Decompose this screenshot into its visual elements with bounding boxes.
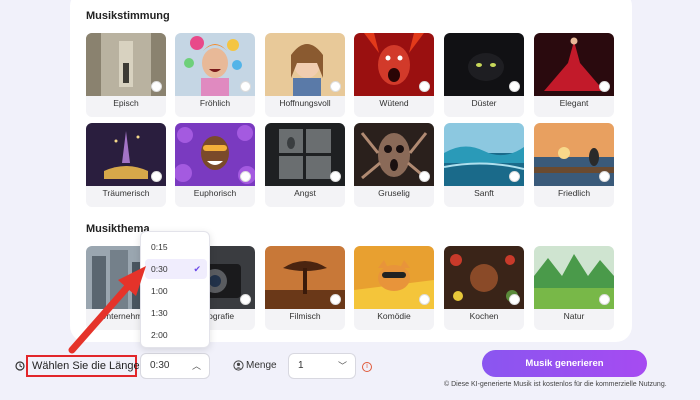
mood-tile-wuetend[interactable]: Wütend (354, 33, 434, 117)
tile-label: Düster (471, 98, 497, 108)
select-radio[interactable] (599, 81, 610, 92)
select-radio[interactable] (509, 81, 520, 92)
mood-tile-froehlich[interactable]: Fröhlich (175, 33, 255, 117)
chevron-down-icon: ﹀ (337, 361, 347, 371)
check-icon: ✔ (193, 264, 201, 274)
mood-tile-sanft[interactable]: Sanft (444, 123, 524, 207)
tile-label: Angst (294, 188, 316, 198)
mood-tile-traeumerisch[interactable]: Träumerisch (86, 123, 166, 207)
option-label: 1:00 (151, 286, 168, 296)
select-radio[interactable] (330, 171, 341, 182)
copyright-icon: © (444, 381, 450, 388)
tile-label: Sanft (474, 188, 494, 198)
option-label: 0:30 (151, 264, 168, 274)
select-radio[interactable] (330, 81, 341, 92)
tile-label: Euphorisch (193, 188, 237, 198)
tile-label: Träumerisch (102, 188, 150, 198)
option-label: 2:00 (151, 330, 168, 340)
tile-label: Gruselig (378, 188, 410, 198)
select-radio[interactable] (240, 294, 251, 305)
user-icon (233, 360, 244, 371)
chevron-up-icon: ︿ (191, 361, 201, 371)
tile-label: Wütend (379, 98, 409, 108)
mood-tile-angst[interactable]: Angst (265, 123, 345, 207)
select-radio[interactable] (151, 171, 162, 182)
tile-label: Natur (563, 311, 585, 321)
tile-label: Komödie (377, 311, 411, 321)
length-select[interactable]: 0:30 ︿ (140, 353, 210, 379)
mood-tile-euphorisch[interactable]: Euphorisch (175, 123, 255, 207)
select-radio[interactable] (599, 171, 610, 182)
tile-label: Hoffnungsvoll (279, 98, 331, 108)
mood-section-title: Musikstimmung (86, 10, 170, 22)
tile-label: Filmisch (289, 311, 321, 321)
length-option[interactable]: 2:00 (145, 325, 207, 345)
license-note: © Diese KI-generierte Musik ist kostenlo… (444, 381, 667, 388)
theme-tile-filmisch[interactable]: Filmisch (265, 246, 345, 330)
tile-label: Friedlich (557, 188, 591, 198)
select-radio[interactable] (509, 171, 520, 182)
theme-tile-kochen[interactable]: Kochen (444, 246, 524, 330)
option-label: 0:15 (151, 242, 168, 252)
length-option[interactable]: 1:30 (145, 303, 207, 323)
tile-label: Kochen (469, 311, 499, 321)
generate-music-button[interactable]: Musik generieren (482, 350, 647, 377)
quantity-select[interactable]: 1 ﹀ (288, 353, 356, 379)
select-radio[interactable] (240, 171, 251, 182)
length-select-value: 0:30 (150, 360, 170, 371)
length-option-selected[interactable]: 0:30 ✔ (145, 259, 207, 279)
clock-icon (15, 361, 25, 371)
select-radio[interactable] (509, 294, 520, 305)
mood-tile-gruselig[interactable]: Gruselig (354, 123, 434, 207)
license-note-text: Diese KI-generierte Musik ist kostenlos … (451, 381, 667, 388)
mood-tile-episch[interactable]: Episch (86, 33, 166, 117)
tile-label: Elegant (559, 98, 589, 108)
select-radio[interactable] (240, 81, 251, 92)
tile-label: Fröhlich (199, 98, 231, 108)
quantity-select-value: 1 (298, 360, 304, 371)
mood-tile-hoffnungsvoll[interactable]: Hoffnungsvoll (265, 33, 345, 117)
select-radio[interactable] (151, 81, 162, 92)
length-dropdown-menu: 0:15 0:30 ✔ 1:00 1:30 2:00 (140, 231, 210, 348)
mood-tile-elegant[interactable]: Elegant (534, 33, 614, 117)
tile-label: Episch (113, 98, 139, 108)
length-option[interactable]: 0:15 (145, 237, 207, 257)
select-radio[interactable] (419, 294, 430, 305)
mood-tile-friedlich[interactable]: Friedlich (534, 123, 614, 207)
option-label: 1:30 (151, 308, 168, 318)
theme-tile-natur[interactable]: Natur (534, 246, 614, 330)
select-radio[interactable] (599, 294, 610, 305)
theme-tile-komoedie[interactable]: Komödie (354, 246, 434, 330)
select-radio[interactable] (419, 81, 430, 92)
mood-tile-duester[interactable]: Düster (444, 33, 524, 117)
select-radio[interactable] (419, 171, 430, 182)
select-radio[interactable] (330, 294, 341, 305)
quantity-label: Menge (246, 360, 277, 371)
annotation-arrow (68, 266, 146, 354)
info-icon[interactable]: i (362, 362, 372, 372)
length-option[interactable]: 1:00 (145, 281, 207, 301)
